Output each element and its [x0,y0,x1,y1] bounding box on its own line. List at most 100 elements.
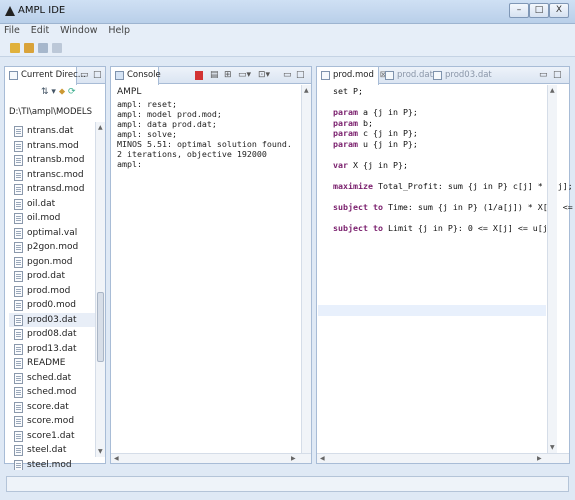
window-title: AMPL IDE [18,5,66,16]
status-bar [0,470,575,500]
minimize-view-icon[interactable]: ▭ [283,70,292,80]
close-button[interactable]: X [549,3,569,18]
explorer-scrollbar[interactable]: ▲ ▼ [95,122,105,457]
file-item[interactable]: score1.dat [9,429,99,444]
menu-bar: File Edit Window Help [0,24,575,39]
file-icon [14,459,23,471]
file-item[interactable]: ntrans.mod [9,139,99,154]
code-text: b; [357,117,373,128]
code-text: Total_Profit: sum {j in P} c[j] * X[j]; [372,180,573,191]
maximize-view-icon[interactable]: □ [553,70,562,80]
code-text: Limit {j in P}: 0 <= X[j] <= u[j]; [382,222,558,233]
code-keyword: var [333,159,348,170]
console-line: ampl: solve; [117,129,177,139]
file-item[interactable]: steel.dat [9,443,99,458]
save-icon[interactable] [38,43,48,53]
menu-file[interactable]: File [0,24,24,37]
file-item[interactable]: oil.mod [9,211,99,226]
open-icon[interactable] [24,43,34,53]
open-console-icon[interactable]: ⊡▾ [258,70,270,80]
file-item[interactable]: prod03.dat [9,312,99,327]
file-name: sched.mod [27,387,77,397]
file-item[interactable]: prod0.mod [9,298,99,313]
file-icon [14,372,23,384]
file-name: README [27,358,66,368]
file-list: ntrans.dat ntrans.mod ntransb.mod ntransc.m… [9,124,99,472]
maximize-view-icon[interactable]: □ [296,70,305,80]
pin-icon[interactable]: ⊞ [224,70,232,80]
file-item[interactable]: p2gon.mod [9,240,99,255]
display-console-icon[interactable]: ▭▾ [238,70,251,80]
collapse-icon[interactable]: ⇅ [41,87,49,97]
minimize-view-icon[interactable]: ▭ [539,70,548,80]
maximize-button[interactable]: □ [529,3,549,18]
code-line: param u {j in P}; [333,139,575,150]
file-item[interactable]: ntrans.dat [9,124,99,139]
file-item[interactable]: prod13.dat [9,342,99,357]
file-name: optimal.val [27,227,78,238]
file-item[interactable]: sched.dat [9,371,99,386]
file-item[interactable]: pgon.mod [9,255,99,270]
file-name: ntransb.mod [27,155,85,165]
new-icon[interactable] [10,43,20,53]
code-line: param c {j in P}; [333,128,575,139]
file-item[interactable]: prod.dat [9,269,99,284]
code-line: set P; [333,86,575,97]
code-editor[interactable]: set P; param a {j in P}; param b; param c {… [333,86,575,233]
menu-edit[interactable]: Edit [27,24,53,37]
code-line: param b; [333,118,575,129]
file-icon [14,430,23,442]
file-item[interactable]: README [9,356,99,371]
file-item[interactable]: prod.mod [9,284,99,299]
file-item[interactable]: score.dat [9,400,99,415]
menu-help[interactable]: Help [104,24,134,37]
terminate-icon[interactable] [195,71,203,80]
file-item[interactable]: sched.mod [9,385,99,400]
file-item[interactable]: ntransc.mod [9,168,99,183]
menu-arrow-icon[interactable]: ▾ [51,87,56,97]
editor-hscroll[interactable]: ◀ ▶ [317,453,569,463]
tab-prod-mod[interactable]: prod.mod ⊠ [317,67,387,85]
console-icon [115,71,124,80]
file-item[interactable]: score.mod [9,414,99,429]
file-name: ntransd.mod [27,184,85,194]
clear-icon[interactable]: ▤ [210,70,219,80]
tab-current-directory[interactable]: Current Direc... [5,67,86,85]
file-icon [14,416,23,427]
file-item[interactable]: ntransd.mod [9,182,99,197]
editor-vscroll[interactable]: ▲ ▼ [547,85,557,453]
console-output[interactable]: ampl: reset; ampl: model prod.mod; ampl: d… [117,99,292,169]
maximize-view-icon[interactable]: □ [93,70,102,80]
code-keyword: subject to [333,222,383,233]
folder-icon [9,71,18,80]
code-text: a {j in P}; [357,107,418,117]
file-name: score1.dat [27,430,75,441]
file-item[interactable]: ntransb.mod [9,153,99,168]
file-name: ntrans.mod [27,140,79,151]
file-name: sched.dat [27,372,72,383]
tab-prod03-dat[interactable]: prod03.dat [429,67,496,84]
minimize-button[interactable]: – [509,3,529,18]
console-line: ampl: model prod.mod; [117,109,222,119]
file-item[interactable]: prod08.dat [9,327,99,342]
console-vscroll[interactable]: ▲ [301,85,311,453]
file-item[interactable]: oil.dat [9,197,99,212]
menu-window[interactable]: Window [56,24,101,37]
file-item[interactable]: optimal.val [9,226,99,241]
file-name: p2gon.mod [27,242,79,252]
print-icon[interactable] [52,43,62,53]
link-icon[interactable]: ⬥ [59,87,65,97]
file-icon [14,271,23,282]
console-line: ampl: [117,159,142,169]
minimize-view-icon[interactable]: ▭ [80,70,89,80]
refresh-icon[interactable]: ⟳ [68,87,76,97]
file-name: score.dat [27,401,69,412]
console-hscroll[interactable]: ◀ ▶ [111,453,311,463]
current-path: D:\TI\ampl\MODELS [9,107,93,117]
code-keyword: param [333,128,358,138]
tab-console[interactable]: Console [111,67,161,85]
file-icon [14,155,23,166]
